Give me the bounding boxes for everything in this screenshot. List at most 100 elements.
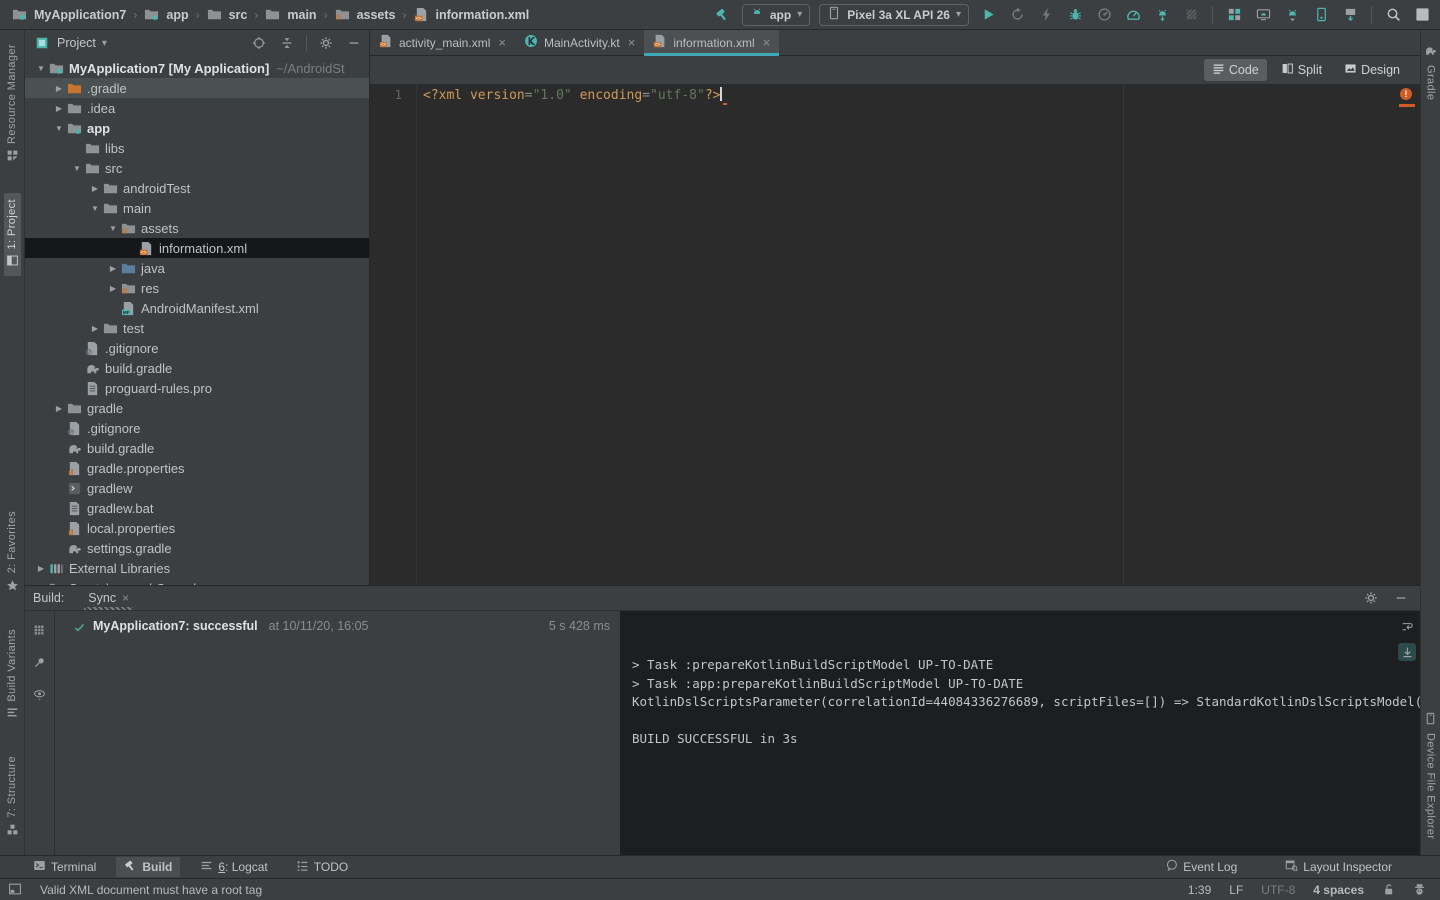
tool-button-event-log[interactable]: Event Log: [1157, 857, 1245, 877]
breadcrumb-item-src[interactable]: src: [205, 7, 250, 22]
minimize-icon[interactable]: [1392, 589, 1410, 607]
project-structure-icon[interactable]: [1224, 5, 1244, 25]
view-button-code[interactable]: Code: [1204, 59, 1267, 81]
collapsed-arrow-icon[interactable]: ▶: [105, 264, 121, 273]
tree-item-proguard-rules.pro[interactable]: proguard-rules.pro: [25, 378, 369, 398]
search-everywhere-icon[interactable]: [1383, 5, 1403, 25]
close-icon[interactable]: ×: [761, 35, 771, 50]
tool-window-switcher-icon[interactable]: [8, 882, 24, 898]
sdk-manager-icon[interactable]: [1282, 5, 1302, 25]
expanded-arrow-icon[interactable]: ▼: [87, 204, 103, 213]
stripe-button-1-project[interactable]: 1: Project: [4, 193, 21, 276]
stripe-button-device-file-explorer[interactable]: Device File Explorer: [1422, 706, 1439, 845]
apply-changes-icon[interactable]: [1036, 5, 1056, 25]
editor-content[interactable]: 1 <?xml version="1.0" encoding="utf-8"?>…: [370, 84, 1420, 585]
tree-item-gradlew[interactable]: gradlew: [25, 478, 369, 498]
highlighting-level-icon[interactable]: [1413, 883, 1426, 896]
tree-item-gradle[interactable]: ▶gradle: [25, 398, 369, 418]
expanded-arrow-icon[interactable]: ▼: [51, 124, 67, 133]
device-select[interactable]: Pixel 3a XL API 26▾: [819, 4, 969, 26]
tree-item-res[interactable]: ▶res: [25, 278, 369, 298]
tree-item-test[interactable]: ▶test: [25, 318, 369, 338]
tree-item-src[interactable]: ▼src: [25, 158, 369, 178]
tree-item-gradle.properties[interactable]: gradle.properties: [25, 458, 369, 478]
collapsed-arrow-icon[interactable]: ▶: [51, 104, 67, 113]
tree-item-java[interactable]: ▶java: [25, 258, 369, 278]
error-badge[interactable]: !: [1400, 88, 1412, 100]
tree-item-myapplication7-my-application-[interactable]: ▼MyApplication7 [My Application]~/Androi…: [25, 58, 369, 78]
tree-item-information.xml[interactable]: <>information.xml: [25, 238, 369, 258]
editor-tab-activity-main.xml[interactable]: <>activity_main.xml×: [370, 30, 515, 55]
stripe-button-gradle[interactable]: Gradle: [1422, 38, 1439, 106]
tree-item-libs[interactable]: libs: [25, 138, 369, 158]
gear-icon[interactable]: [317, 34, 335, 52]
device-push-icon[interactable]: [1340, 5, 1360, 25]
build-tab-sync[interactable]: Sync ×: [84, 588, 133, 608]
pin-icon[interactable]: [31, 653, 49, 671]
expanded-arrow-icon[interactable]: ▼: [33, 64, 49, 73]
caret-position[interactable]: 1:39: [1188, 883, 1211, 897]
stripe-button-2-favorites[interactable]: 2: Favorites: [4, 505, 21, 600]
tree-item-app[interactable]: ▼app: [25, 118, 369, 138]
run-icon[interactable]: [978, 5, 998, 25]
rerun-icon[interactable]: [1007, 5, 1027, 25]
collapsed-arrow-icon[interactable]: ▶: [105, 284, 121, 293]
collapsed-arrow-icon[interactable]: ▶: [51, 404, 67, 413]
minimize-icon[interactable]: [345, 34, 363, 52]
tree-item-.gitignore[interactable]: .gitignore: [25, 418, 369, 438]
breadcrumb-item-main[interactable]: main: [263, 7, 318, 22]
tree-item-assets[interactable]: ▼assets: [25, 218, 369, 238]
stripe-button-build-variants[interactable]: Build Variants: [4, 623, 21, 729]
avd-manager-icon[interactable]: [1253, 5, 1273, 25]
lock-open-icon[interactable]: [1382, 883, 1395, 896]
collapsed-arrow-icon[interactable]: ▶: [33, 564, 49, 573]
attach-debugger-icon[interactable]: [1152, 5, 1172, 25]
close-icon[interactable]: ×: [122, 591, 129, 605]
tree-item-build.gradle[interactable]: build.gradle: [25, 438, 369, 458]
collapsed-arrow-icon[interactable]: ▶: [87, 184, 103, 193]
tree-item-gradlew.bat[interactable]: gradlew.bat: [25, 498, 369, 518]
collapsed-arrow-icon[interactable]: ▶: [51, 84, 67, 93]
breadcrumb-item-app[interactable]: app: [142, 7, 190, 22]
expanded-arrow-icon[interactable]: ▼: [69, 164, 85, 173]
tree-item-.gitignore[interactable]: .gitignore: [25, 338, 369, 358]
profiler-attach-icon[interactable]: [1094, 5, 1114, 25]
filter-grid-icon[interactable]: [31, 621, 49, 639]
editor-tab-mainactivity.kt[interactable]: MainActivity.kt×: [515, 30, 644, 55]
collapse-all-icon[interactable]: [278, 34, 296, 52]
tool-button-terminal[interactable]: Terminal: [25, 857, 104, 877]
collapsed-arrow-icon[interactable]: ▶: [87, 324, 103, 333]
stop-icon[interactable]: [1181, 5, 1201, 25]
stripe-button-7-structure[interactable]: 7: Structure: [4, 750, 21, 845]
tool-button-6-logcat[interactable]: 6: Logcat: [192, 857, 275, 877]
indent-setting[interactable]: 4 spaces: [1313, 883, 1364, 897]
line-separator[interactable]: LF: [1229, 883, 1243, 897]
breadcrumb-item-assets[interactable]: assets: [333, 7, 398, 22]
tree-item-.gradle[interactable]: ▶.gradle: [25, 78, 369, 98]
breadcrumb-item-information.xml[interactable]: <>information.xml: [412, 7, 532, 22]
eye-icon[interactable]: [31, 685, 49, 703]
editor-tab-information.xml[interactable]: <>information.xml×: [644, 30, 779, 55]
device-manager-icon[interactable]: [1311, 5, 1331, 25]
stripe-button-resource-manager[interactable]: Resource Manager: [4, 38, 21, 171]
tree-item-scratches-and-consoles[interactable]: ▶Scratches and Consoles: [25, 578, 369, 585]
scroll-to-end-icon[interactable]: [1398, 643, 1416, 661]
view-button-design[interactable]: Design: [1336, 59, 1408, 81]
debug-icon[interactable]: [1065, 5, 1085, 25]
error-stripe-mark[interactable]: [1399, 104, 1415, 107]
soft-wrap-icon[interactable]: [1398, 617, 1416, 635]
locate-icon[interactable]: [250, 34, 268, 52]
tree-item-settings.gradle[interactable]: settings.gradle: [25, 538, 369, 558]
tree-item-androidtest[interactable]: ▶androidTest: [25, 178, 369, 198]
tree-item-main[interactable]: ▼main: [25, 198, 369, 218]
close-icon[interactable]: ×: [496, 35, 506, 50]
tree-item-.idea[interactable]: ▶.idea: [25, 98, 369, 118]
tree-item-local.properties[interactable]: local.properties: [25, 518, 369, 538]
tool-button-layout-inspector[interactable]: Layout Inspector: [1277, 857, 1400, 877]
close-icon[interactable]: ×: [626, 35, 636, 50]
tool-button-todo[interactable]: TODO: [288, 857, 356, 877]
tree-item-androidmanifest.xml[interactable]: MFAndroidManifest.xml: [25, 298, 369, 318]
build-result-row[interactable]: MyApplication7: successful at 10/11/20, …: [55, 611, 620, 855]
chevron-down-icon[interactable]: ▾: [102, 38, 107, 49]
tree-item-external-libraries[interactable]: ▶External Libraries: [25, 558, 369, 578]
